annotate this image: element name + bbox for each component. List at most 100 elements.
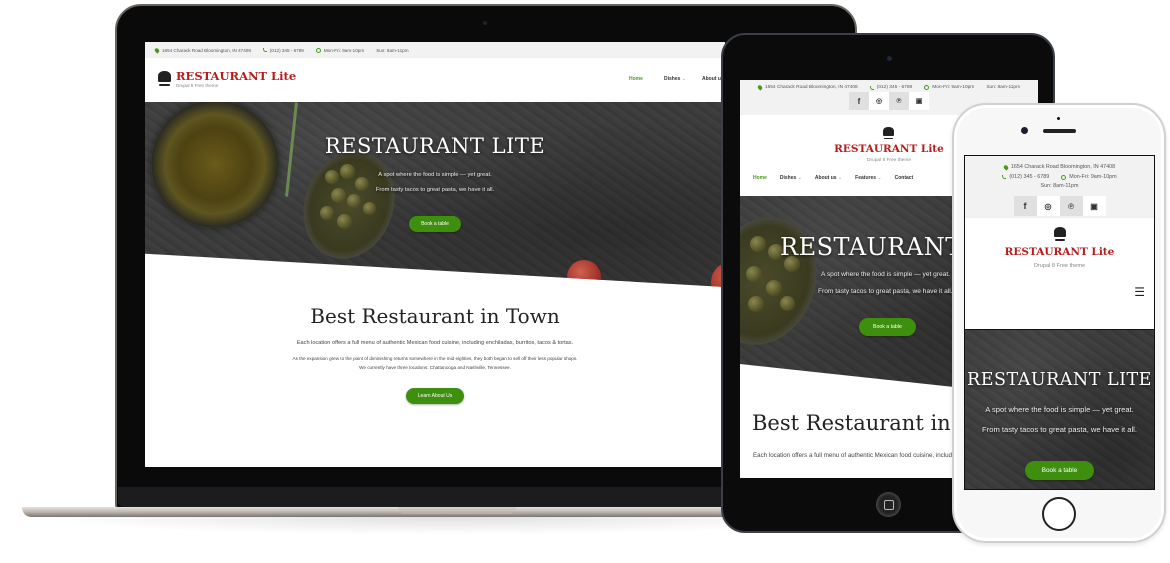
phone-sensor — [1057, 117, 1060, 120]
oil-bowl-image — [151, 102, 279, 228]
hours-item: Mon-Fri: 9am-10pm — [1061, 173, 1117, 183]
chevron-down-icon: ⌄ — [877, 175, 882, 181]
hours-sunday-text: Sun: 8am-11pm — [986, 85, 1021, 90]
about-text-2: We currently have three locations: Chatt… — [359, 365, 511, 370]
phone-item: (012) 345 - 6789 — [1002, 173, 1049, 183]
nav-features-label: Features — [855, 175, 877, 181]
phone-screen: 1654 Charack Road Bloomington, IN 47408 … — [964, 155, 1155, 490]
laptop-hinge-notch — [398, 507, 516, 514]
phone-text: (012) 345 - 6789 — [1009, 173, 1050, 180]
phone-speaker — [1043, 129, 1076, 133]
hero-tagline-1: A spot where the food is simple — yet gr… — [378, 172, 492, 178]
address-text: 1654 Charack Road Bloomington, IN 47408 — [162, 47, 251, 53]
caper — [780, 296, 795, 311]
instagram-icon[interactable]: ◎ — [1036, 196, 1060, 216]
tablet-social-links: f ◎ ℗ ▣ — [849, 92, 929, 110]
nav-features[interactable]: Features ⌄ — [855, 175, 881, 181]
chef-hat-logo-icon[interactable] — [1054, 227, 1066, 241]
laptop-camera — [483, 21, 487, 25]
phone-info-row: (012) 345 - 6789 Mon-Fri: 9am-10pm — [1002, 173, 1117, 183]
phone-site-header: RESTAURANT Lite Drupal 8 Free theme ☰ — [965, 216, 1154, 329]
phone-icon — [1002, 175, 1007, 180]
hero-tagline-1: A spot where the food is simple — yet gr… — [821, 271, 951, 278]
book-table-button[interactable]: Book a table — [409, 216, 461, 232]
about-text-1: As the expansion grew to the point of di… — [292, 356, 578, 361]
top-info-bar: 1654 Charack Road Bloomington, IN 47408 … — [145, 42, 725, 58]
address-item: 1654 Charack Road Bloomington, IN 47408 — [1002, 163, 1116, 173]
phone-social-links: f ◎ ℗ ▣ — [965, 196, 1154, 216]
hours-item: Mon-Fri: 9am-10pm — [315, 47, 365, 53]
caper — [750, 236, 766, 252]
site-name-link[interactable]: RESTAURANT Lite — [965, 246, 1154, 258]
clock-icon — [1061, 174, 1067, 180]
instagram-icon[interactable]: ◎ — [869, 92, 889, 110]
hero-title: RESTAURANT LITE — [967, 370, 1152, 390]
map-pin-icon — [1002, 164, 1010, 171]
tablet-camera — [887, 56, 892, 61]
hours-sunday-item: Sun: 8am-11pm — [1041, 182, 1079, 192]
hero-cta-wrap: Book a table — [965, 459, 1154, 480]
address-item: 1654 Charack Road Bloomington, IN 47408 — [756, 84, 858, 91]
nav-about[interactable]: About us ⌄ — [815, 175, 842, 181]
phone-item: (012) 345 - 6789 — [262, 47, 304, 53]
phone-text: (012) 345 - 6789 — [876, 85, 913, 90]
hero-tagline-2: From tasty tacos to great pasta, we have… — [375, 187, 495, 193]
hours-weekday-text: Mon-Fri: 9am-10pm — [323, 47, 365, 53]
clock-icon — [924, 85, 930, 90]
phone-text: (012) 345 - 6789 — [269, 47, 304, 53]
address-item: 1654 Charack Road Bloomington, IN 47408 — [153, 46, 251, 54]
site-slogan: Drupal 8 Free theme — [1033, 263, 1086, 269]
hours-weekday-text: Mon-Fri: 9am-10pm — [1069, 173, 1117, 180]
about-section: Best Restaurant in Town Each location of… — [145, 257, 725, 457]
map-pin-icon — [756, 84, 764, 91]
phone-home-button — [1042, 497, 1076, 531]
nav-home[interactable]: Home — [753, 175, 767, 181]
nav-dishes-label: Dishes — [664, 76, 681, 82]
phone-item: (012) 345 - 6789 — [869, 85, 913, 90]
book-table-button[interactable]: Book a table — [859, 318, 916, 336]
nav-home[interactable]: Home — [629, 76, 643, 82]
laptop-screen: 1654 Charack Road Bloomington, IN 47408 … — [145, 42, 725, 467]
tablet-main-nav: Home Dishes ⌄ About us ⌄ Features ⌄ Cont… — [753, 175, 913, 181]
hero-cta-wrap: Book a table — [145, 212, 725, 232]
nav-contact[interactable]: Contact — [895, 175, 914, 181]
chevron-down-icon: ⌄ — [681, 76, 686, 82]
hamburger-menu-icon[interactable]: ☰ — [1134, 285, 1145, 299]
phone-camera — [1021, 127, 1028, 134]
pinterest-icon[interactable]: ℗ — [889, 92, 909, 110]
hours-sunday-text: Sun: 8am-11pm — [376, 47, 409, 53]
caper — [766, 280, 782, 296]
caper — [347, 194, 361, 208]
site-name-link[interactable]: RESTAURANT Lite — [176, 69, 296, 83]
hours-sunday-item: Sun: 8am-11pm — [376, 48, 408, 53]
hero-banner: RESTAURANT LITE A spot where the food is… — [965, 329, 1154, 489]
site-slogan: Drupal 8 Free theme — [176, 83, 219, 88]
address-text: 1654 Charack Road Bloomington, IN 47408 — [764, 85, 858, 90]
nav-dishes-label: Dishes — [779, 175, 797, 181]
hours-weekday-text: Mon-Fri: 9am-10pm — [932, 85, 975, 90]
learn-about-us-button[interactable]: Learn About Us — [405, 388, 465, 404]
facebook-icon[interactable]: f — [1013, 196, 1037, 216]
hero-tagline-1: A spot where the food is simple — yet gr… — [985, 405, 1134, 414]
facebook-icon[interactable]: f — [849, 92, 869, 110]
youtube-icon[interactable]: ▣ — [909, 92, 929, 110]
hero-tagline-2: From tasty tacos to great pasta, we have… — [818, 288, 953, 295]
map-pin-icon — [153, 46, 161, 54]
chef-hat-logo-icon[interactable] — [883, 127, 894, 140]
book-table-button[interactable]: Book a table — [1024, 461, 1095, 480]
caper — [746, 266, 762, 282]
chef-hat-logo-icon[interactable] — [158, 71, 171, 86]
hours-item: Mon-Fri: 9am-10pm — [924, 85, 974, 90]
pinterest-icon[interactable]: ℗ — [1059, 196, 1083, 216]
phone-icon — [869, 85, 874, 90]
hours-sunday-text: Sun: 8am-11pm — [1040, 183, 1079, 189]
nav-about-label: About us — [814, 175, 837, 181]
nav-dishes[interactable]: Dishes ⌄ — [780, 175, 802, 181]
clock-icon — [315, 47, 321, 53]
about-cta-wrap: Learn About Us — [145, 384, 725, 404]
address-text: 1654 Charack Road Bloomington, IN 47408 — [1010, 164, 1116, 170]
chevron-down-icon: ⌄ — [837, 175, 843, 181]
nav-dishes[interactable]: Dishes ⌄ — [664, 76, 686, 82]
youtube-icon[interactable]: ▣ — [1082, 196, 1106, 216]
phone-icon — [262, 48, 267, 52]
